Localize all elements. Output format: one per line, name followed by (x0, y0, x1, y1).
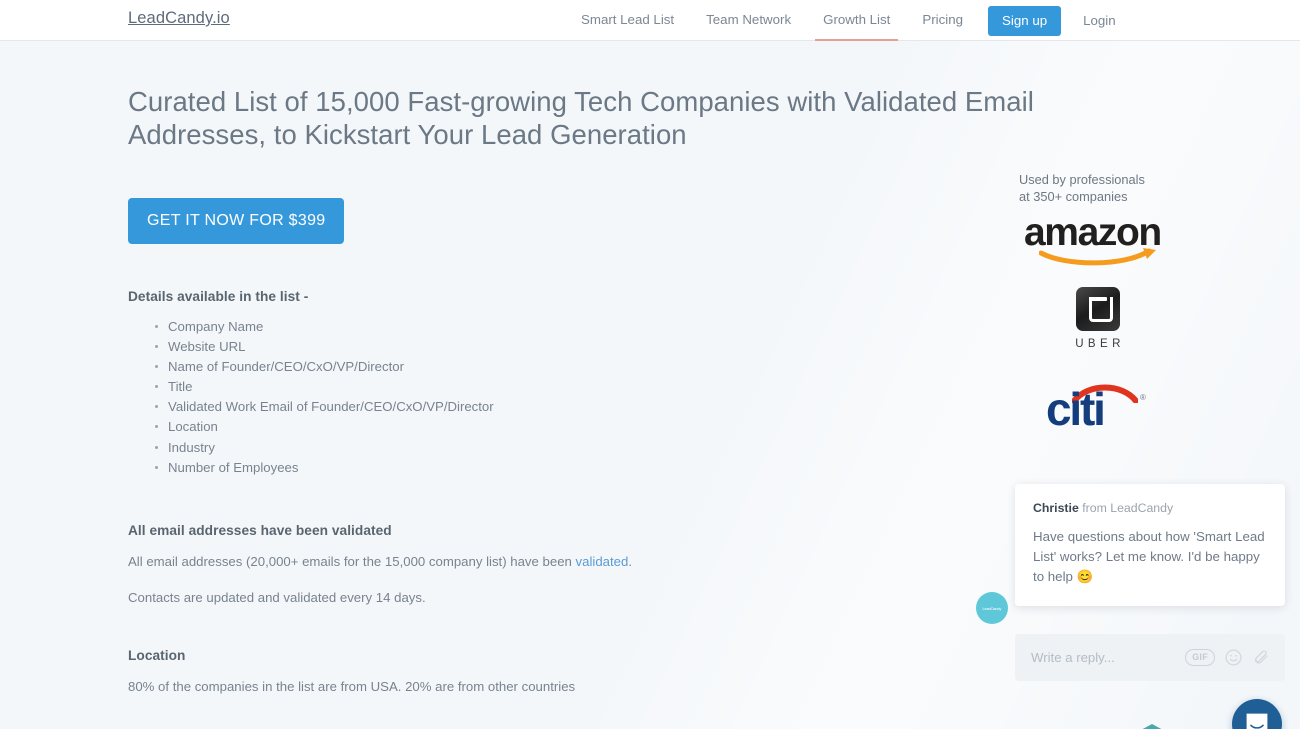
main-content-column: Curated List of 15,000 Fast-growing Tech… (128, 41, 1034, 729)
section-title-location: Location (128, 647, 186, 663)
details-available-list: Company Name Website URL Name of Founder… (128, 317, 918, 478)
page-headline: Curated List of 15,000 Fast-growing Tech… (128, 86, 1034, 150)
used-by-line-1: Used by professionals (1019, 172, 1145, 187)
citi-wordmark: citi (1046, 383, 1106, 435)
emoji-smiley-icon[interactable] (1224, 648, 1243, 667)
youneeq-wordmark: youneeq (1027, 725, 1123, 729)
reply-input-placeholder[interactable]: Write a reply... (1031, 649, 1185, 666)
list-item: Industry (155, 438, 918, 458)
validated-link[interactable]: validated (576, 554, 629, 569)
youneeq-hexagon-badge-icon: Yq (1142, 724, 1162, 729)
validated-text-before: All email addresses (20,000+ emails for … (128, 553, 576, 569)
nav-link-smart-lead-list[interactable]: Smart Lead List (565, 0, 690, 41)
list-item: Validated Work Email of Founder/CEO/CxO/… (155, 397, 918, 417)
messenger-sender-name: Christie (1033, 501, 1079, 515)
top-navigation-bar: LeadCandy.io Smart Lead List Team Networ… (0, 0, 1300, 41)
amazon-logo: amazon (1024, 213, 1174, 266)
page-body: Curated List of 15,000 Fast-growing Tech… (0, 41, 1300, 729)
reply-action-icons: GIF (1185, 648, 1271, 667)
validated-text-after: . (628, 553, 632, 569)
list-item: Location (155, 417, 918, 437)
used-by-caption: Used by professionals at 350+ companies (1019, 172, 1219, 205)
list-item: Title (155, 377, 918, 397)
section-title-details: Details available in the list - (128, 289, 309, 304)
nav-link-growth-list[interactable]: Growth List (807, 0, 906, 41)
chat-bubble-icon (1246, 713, 1268, 729)
amazon-smile-arrow-icon (1039, 248, 1156, 266)
location-paragraph: 80% of the companies in the list are fro… (128, 678, 576, 694)
messenger-reply-bar[interactable]: Write a reply... GIF (1015, 634, 1285, 681)
messenger-message-card[interactable]: Christie from LeadCandy Have questions a… (1015, 484, 1285, 607)
section-title-email-validated: All email addresses have been validated (128, 522, 392, 538)
list-item: Website URL (155, 337, 918, 357)
main-nav-links: Smart Lead List Team Network Growth List… (565, 0, 1124, 41)
uber-mark-icon (1076, 287, 1120, 331)
attachment-paperclip-icon[interactable] (1252, 648, 1271, 667)
messenger-sender-line: Christie from LeadCandy (1033, 500, 1267, 516)
list-item: Name of Founder/CEO/CxO/VP/Director (155, 357, 918, 377)
list-item: Number of Employees (155, 458, 918, 478)
nav-link-team-network[interactable]: Team Network (690, 0, 807, 41)
messenger-sender-suffix: from LeadCandy (1078, 501, 1174, 515)
uber-wordmark: UBER (1075, 338, 1125, 350)
brand-logo-leadcandy[interactable]: LeadCandy.io (128, 9, 230, 28)
messenger-avatar: LeadCandy (976, 592, 1008, 624)
list-item: Company Name (155, 317, 918, 337)
signup-button[interactable]: Sign up (988, 5, 1062, 36)
contacts-updated-paragraph: Contacts are updated and validated every… (128, 589, 426, 605)
citi-registered-mark: ® (1140, 393, 1146, 402)
nav-link-pricing[interactable]: Pricing (906, 0, 979, 41)
validated-paragraph: All email addresses (20,000+ emails for … (128, 552, 918, 572)
gif-icon[interactable]: GIF (1185, 649, 1215, 666)
used-by-line-2: at 350+ companies (1019, 188, 1128, 204)
login-link[interactable]: Login (1075, 1, 1124, 40)
citi-logo: citi ® (1036, 381, 1158, 433)
uber-logo: UBER (1056, 287, 1140, 357)
social-proof-column: Used by professionals at 350+ companies … (1000, 41, 1300, 729)
messenger-message-text: Have questions about how 'Smart Lead Lis… (1033, 529, 1265, 584)
get-it-now-cta-button[interactable]: GET IT NOW FOR $399 (128, 198, 345, 244)
youneeq-widget-logo[interactable]: youneeq Yq (1027, 723, 1169, 729)
avatar-label: LeadCandy (982, 605, 1002, 611)
